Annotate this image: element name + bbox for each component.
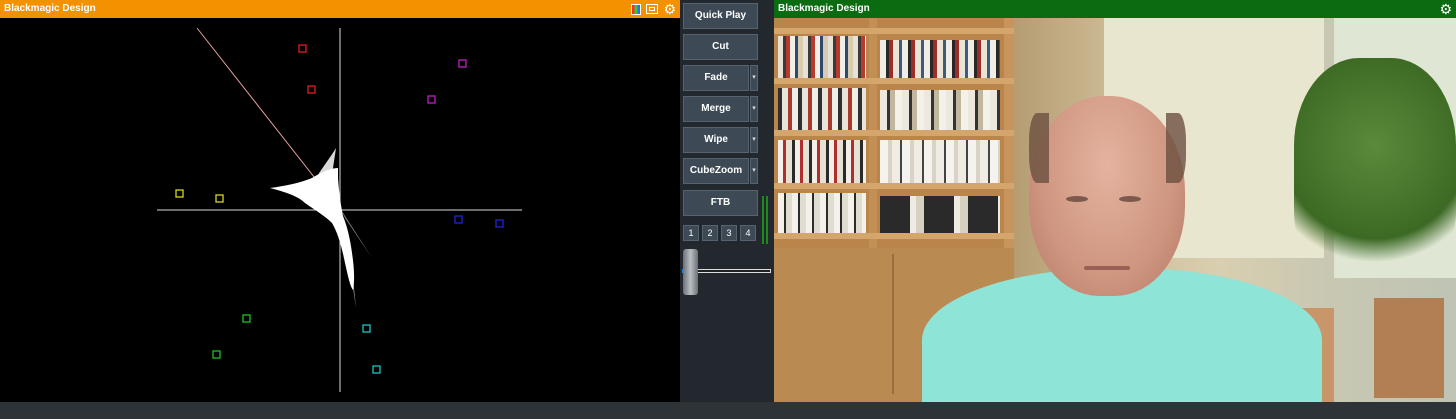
preset-button-2[interactable]: 2	[702, 225, 718, 241]
scope-titlebar: Blackmagic Design ⚙	[0, 0, 680, 18]
vectorscope-trace	[270, 148, 372, 308]
camera-feed	[774, 18, 1456, 402]
video-title: Blackmagic Design	[778, 3, 870, 14]
cyan-target-inner	[362, 324, 371, 333]
fade-dropdown-arrow-icon[interactable]: ▾	[750, 65, 758, 91]
cubezoom-label: CubeZoom	[689, 165, 743, 176]
video-titlebar: Blackmagic Design ⚙	[774, 0, 1456, 18]
wipe-button[interactable]: Wipe	[683, 127, 749, 153]
transition-controls: Quick Play Cut Fade ▾ Merge ▾ Wipe ▾ Cub…	[680, 0, 774, 402]
tbar-track[interactable]	[697, 269, 771, 273]
rgb-parade-icon[interactable]	[631, 3, 642, 15]
cubezoom-control: CubeZoom ▾	[683, 158, 758, 184]
video-preview-panel: Blackmagic Design ⚙	[774, 0, 1456, 402]
green-target-inner	[242, 314, 251, 323]
green-target-outer	[212, 350, 221, 359]
merge-label: Merge	[701, 103, 731, 114]
cyan-target-outer	[372, 365, 381, 374]
cubezoom-button[interactable]: CubeZoom	[683, 158, 749, 184]
magenta-target-outer	[458, 59, 467, 68]
tbar-handle[interactable]	[683, 249, 698, 295]
merge-dropdown-arrow-icon[interactable]: ▾	[750, 96, 758, 122]
audio-meter-right	[766, 196, 768, 244]
quick-play-button[interactable]: Quick Play	[683, 3, 758, 29]
fade-control: Fade ▾	[683, 65, 758, 91]
monitor-icon[interactable]	[646, 4, 659, 14]
vectorscope-panel: Blackmagic Design ⚙	[0, 0, 680, 402]
wipe-dropdown-arrow-icon[interactable]: ▾	[750, 127, 758, 153]
status-strip	[0, 402, 1456, 419]
gear-icon[interactable]: ⚙	[1439, 1, 1452, 17]
red-target-outer	[298, 44, 307, 53]
preset-button-1[interactable]: 1	[683, 225, 699, 241]
vectorscope-display	[157, 27, 522, 392]
cut-button[interactable]: Cut	[683, 34, 758, 60]
ftb-button[interactable]: FTB	[683, 190, 758, 216]
wipe-label: Wipe	[704, 134, 728, 145]
yellow-target-outer	[175, 189, 184, 198]
blue-target-inner	[454, 215, 463, 224]
cubezoom-dropdown-arrow-icon[interactable]: ▾	[750, 158, 758, 184]
wipe-control: Wipe ▾	[683, 127, 758, 153]
merge-control: Merge ▾	[683, 96, 758, 122]
yellow-target-inner	[215, 194, 224, 203]
magenta-target-inner	[427, 95, 436, 104]
preset-button-4[interactable]: 4	[740, 225, 756, 241]
red-target-inner	[307, 85, 316, 94]
audio-meter-left	[762, 196, 764, 244]
merge-button[interactable]: Merge	[683, 96, 749, 122]
preset-button-3[interactable]: 3	[721, 225, 737, 241]
fade-label: Fade	[704, 72, 728, 83]
scope-title: Blackmagic Design	[4, 3, 96, 14]
gear-icon[interactable]: ⚙	[663, 1, 676, 17]
blue-target-outer	[495, 219, 504, 228]
fade-button[interactable]: Fade	[683, 65, 749, 91]
